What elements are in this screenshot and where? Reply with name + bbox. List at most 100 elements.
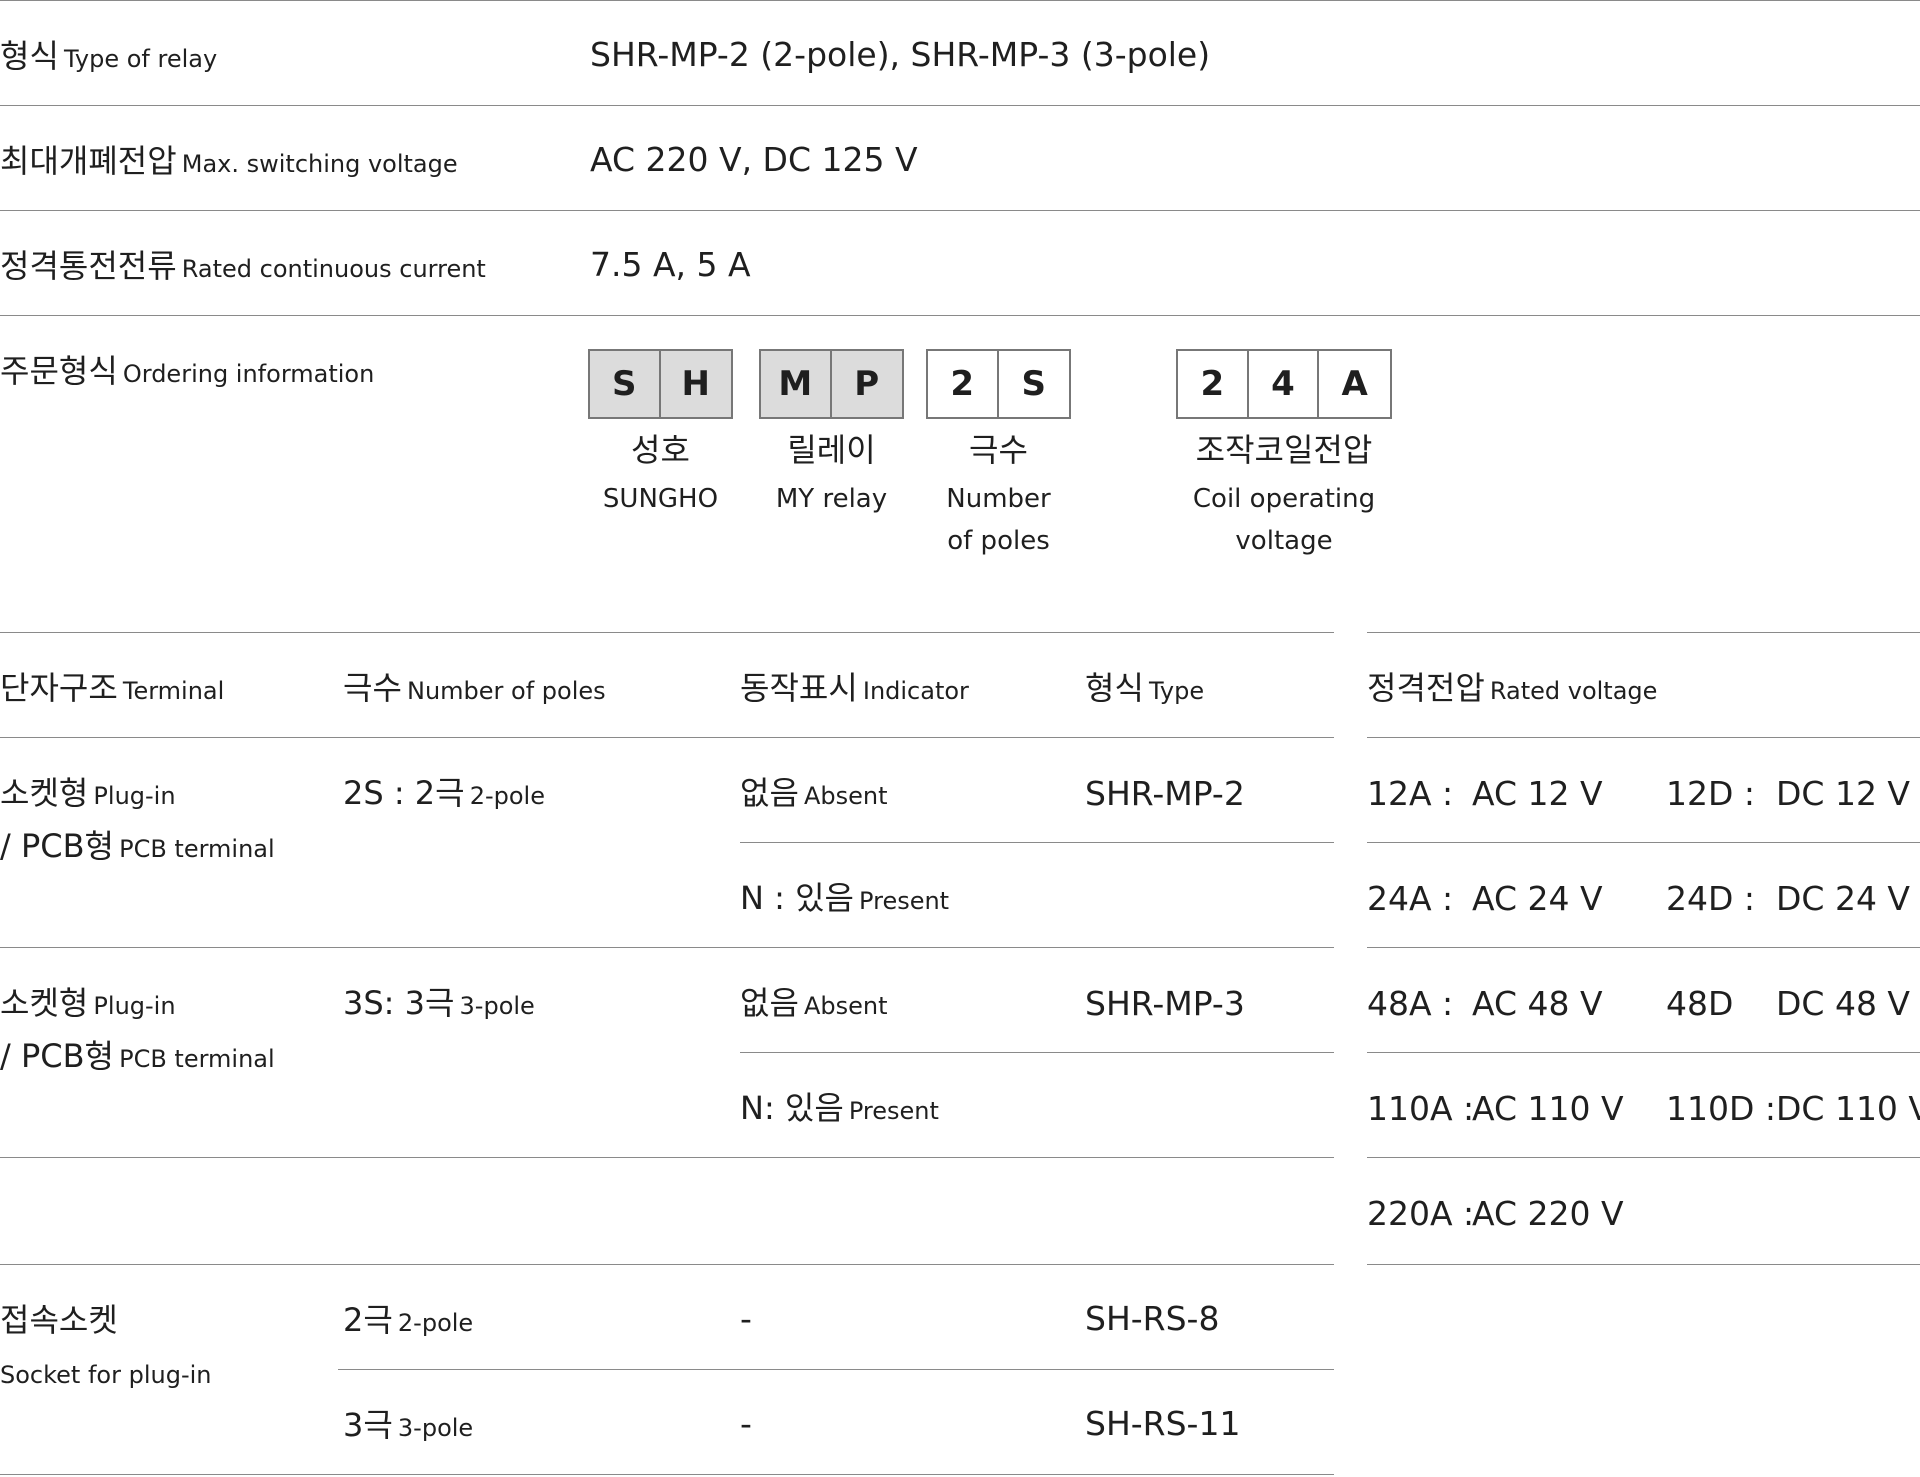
spec-value-current: 7.5 A, 5 A	[590, 245, 751, 284]
header-en: Type	[1148, 677, 1205, 705]
indicator-en: Absent	[803, 992, 888, 1020]
terminal-cell: 소켓형 Plug-in	[0, 777, 176, 809]
socket-type-cell: SH-RS-11	[1085, 1404, 1241, 1443]
indicator-en: Present	[859, 887, 950, 915]
divider	[0, 1157, 1334, 1158]
rated-ac-value: AC 12 V	[1472, 774, 1603, 813]
divider	[338, 1369, 1334, 1370]
socket-poles-ko: 3극	[343, 1406, 393, 1444]
indicator-ko: N : 있음	[740, 879, 854, 917]
spec-label-voltage: 최대개폐전압 Max. switching voltage	[0, 145, 458, 177]
divider	[0, 0, 1920, 1]
divider	[0, 1264, 1334, 1265]
divider	[0, 315, 1920, 316]
rated-dc-value: DC 12 V	[1776, 774, 1910, 813]
code-group-coil: 2 4 A	[1176, 349, 1392, 419]
code-caption-ko: 성호	[631, 431, 690, 469]
poles-cell: 2S : 2극 2-pole	[343, 777, 545, 809]
terminal-en: Plug-in	[93, 992, 176, 1020]
code-caption-sungho: 성호 SUNGHO	[588, 434, 733, 520]
type-cell: SHR-MP-2	[1085, 774, 1245, 813]
header-terminal: 단자구조 Terminal	[0, 672, 224, 704]
divider	[1367, 737, 1920, 738]
rated-ac-value: AC 24 V	[1472, 879, 1603, 918]
rated-dc-code: 110D :	[1666, 1089, 1777, 1128]
poles-ko: 2S : 2극	[343, 774, 465, 812]
header-indicator: 동작표시 Indicator	[740, 672, 969, 704]
code-cell: M	[761, 351, 832, 417]
terminal-ko: 소켓형	[0, 774, 89, 812]
rated-ac-code: 48A :	[1367, 984, 1454, 1023]
terminal-en: PCB terminal	[119, 1045, 275, 1073]
divider	[0, 1474, 1334, 1475]
code-caption-en: Coil operating	[1192, 484, 1376, 514]
spec-label-ko: 형식	[0, 37, 59, 75]
poles-en: 2-pole	[469, 782, 545, 810]
rated-ac-code: 220A :	[1367, 1194, 1475, 1233]
code-group-relay: M P	[759, 349, 904, 419]
terminal-cell: 소켓형 Plug-in	[0, 987, 176, 1019]
indicator-cell: N: 있음 Present	[740, 1092, 939, 1124]
divider	[1367, 947, 1920, 948]
socket-indicator-cell: -	[740, 1299, 752, 1338]
socket-poles-ko: 2극	[343, 1301, 393, 1339]
poles-en: 3-pole	[459, 992, 535, 1020]
rated-ac-value: AC 110 V	[1472, 1089, 1624, 1128]
socket-poles-cell: 3극 3-pole	[343, 1409, 473, 1441]
header-ko: 동작표시	[740, 669, 858, 707]
rated-dc-code: 24D :	[1666, 879, 1756, 918]
code-cell: S	[590, 351, 661, 417]
divider	[1367, 842, 1920, 843]
header-type: 형식 Type	[1085, 672, 1204, 704]
divider	[1367, 1264, 1920, 1265]
rated-ac-value: AC 220 V	[1472, 1194, 1624, 1233]
type-cell: SHR-MP-3	[1085, 984, 1245, 1023]
code-caption-relay: 릴레이 MY relay	[759, 434, 904, 520]
header-rated-voltage: 정격전압 Rated voltage	[1367, 672, 1657, 704]
terminal-cell: / PCB형 PCB terminal	[0, 830, 275, 862]
socket-poles-cell: 2극 2-pole	[343, 1304, 473, 1336]
header-ko: 정격전압	[1367, 669, 1485, 707]
header-en: Terminal	[122, 677, 225, 705]
code-cell: 2	[1178, 351, 1249, 417]
spec-label-current: 정격통전전류 Rated continuous current	[0, 250, 486, 282]
indicator-cell: 없음 Absent	[740, 777, 888, 809]
code-group-sungho: S H	[588, 349, 733, 419]
indicator-ko: N: 있음	[740, 1089, 844, 1127]
code-caption-ko: 릴레이	[787, 431, 876, 469]
rated-dc-value: DC 48 V	[1776, 984, 1910, 1023]
divider	[0, 947, 1334, 948]
code-caption-en: voltage	[1235, 526, 1333, 556]
spec-value-voltage: AC 220 V, DC 125 V	[590, 140, 918, 179]
ordering-label-en: Ordering information	[122, 360, 375, 388]
code-cell: 4	[1249, 351, 1320, 417]
spec-label-en: Type of relay	[63, 45, 218, 73]
code-cell: H	[660, 351, 731, 417]
terminal-cell: / PCB형 PCB terminal	[0, 1040, 275, 1072]
socket-type-cell: SH-RS-8	[1085, 1299, 1220, 1338]
spec-label-en: Max. switching voltage	[181, 150, 458, 178]
socket-poles-en: 2-pole	[397, 1309, 474, 1337]
rated-dc-code: 48D	[1666, 984, 1734, 1023]
terminal-ko: 소켓형	[0, 984, 89, 1022]
indicator-cell: N : 있음 Present	[740, 882, 949, 914]
divider	[1367, 1052, 1920, 1053]
socket-label-ko: 접속소켓	[0, 1301, 118, 1339]
divider	[740, 842, 1334, 843]
rated-ac-code: 12A :	[1367, 774, 1454, 813]
spec-label-ko: 정격통전전류	[0, 247, 177, 285]
divider	[1367, 632, 1920, 633]
code-caption-en: MY relay	[775, 484, 888, 514]
code-caption-en: SUNGHO	[602, 484, 719, 514]
header-en: Indicator	[862, 677, 969, 705]
code-caption-poles: 극수 Number of poles	[926, 434, 1071, 562]
code-cell: P	[831, 351, 902, 417]
terminal-ko: / PCB형	[0, 827, 114, 865]
indicator-ko: 없음	[740, 774, 799, 812]
code-group-poles: 2 S	[926, 349, 1071, 419]
socket-label-en: Socket for plug-in	[0, 1361, 212, 1389]
code-caption-en: Number	[946, 484, 1051, 514]
code-cell: A	[1341, 364, 1368, 404]
rated-ac-code: 110A :	[1367, 1089, 1475, 1128]
socket-indicator-cell: -	[740, 1404, 752, 1443]
